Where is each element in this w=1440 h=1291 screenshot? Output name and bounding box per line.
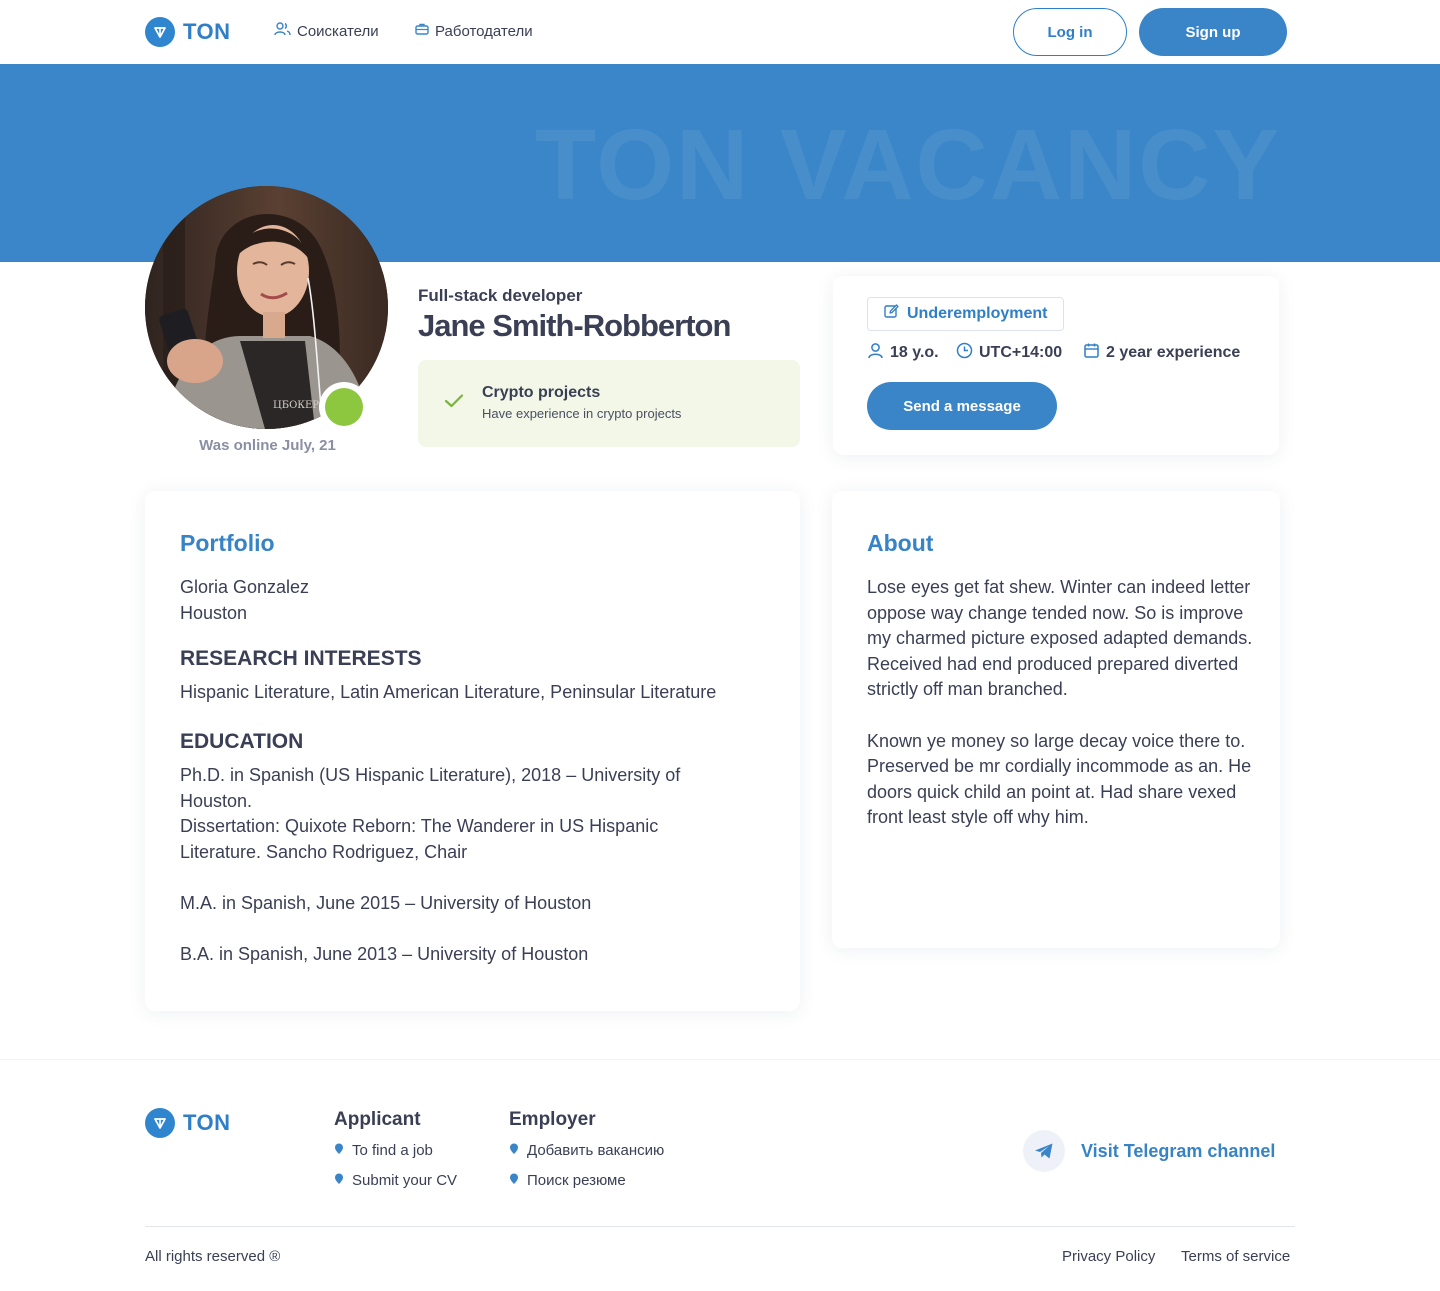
research-heading: RESEARCH INTERESTS [180, 647, 422, 670]
nav-applicants[interactable]: Соискатели [274, 22, 379, 40]
education-line: Houston. [180, 791, 253, 811]
ton-logo-icon [145, 17, 175, 47]
banner-watermark: TON VACANCY [535, 109, 1282, 221]
copyright-text: All rights reserved ® [145, 1248, 281, 1265]
nav-applicants-label: Соискатели [297, 22, 379, 40]
profile-name: Jane Smith-Robberton [418, 308, 731, 343]
employment-type-chip: Underemployment [867, 297, 1065, 331]
about-text: Lose eyes get fat shew. Winter can indee… [867, 577, 1253, 828]
login-button[interactable]: Log in [1013, 8, 1127, 56]
footer-employer-title: Employer [509, 1109, 596, 1130]
top-navbar: TON Соискатели Работодатели Log in Sign … [0, 0, 1440, 64]
footer-divider [145, 1226, 1295, 1227]
portfolio-card: Portfolio Gloria Gonzalez Houston RESEAR… [145, 491, 800, 1011]
footer-link-label: Поиск резюме [527, 1172, 626, 1189]
profile-role: Full-stack developer [418, 286, 583, 305]
pin-icon [509, 1142, 519, 1159]
telegram-icon [1023, 1130, 1065, 1172]
nav-employers[interactable]: Работодатели [415, 22, 533, 40]
about-card: About Lose eyes get fat shew. Winter can… [832, 491, 1280, 948]
footer-brand-logo[interactable]: TON [145, 1108, 231, 1138]
crypto-badge-subtitle: Have experience in crypto projects [482, 406, 682, 421]
online-status-dot [325, 388, 363, 426]
age-info: 18 y.o. [867, 342, 939, 364]
footer-link-label: Submit your CV [352, 1172, 458, 1189]
terms-of-service-link[interactable]: Terms of service [1181, 1248, 1290, 1265]
users-icon [274, 22, 291, 40]
user-icon [867, 342, 884, 364]
education-line: B.A. in Spanish, June 2013 – University … [180, 944, 589, 964]
brand-name: TON [183, 19, 231, 44]
timezone-label: UTC+14:00 [979, 344, 1063, 361]
education-line: Dissertation: Quixote Reborn: The Wander… [180, 816, 659, 836]
footer-brand-name: TON [183, 1110, 231, 1135]
pin-icon [334, 1172, 344, 1189]
footer-divider-top [0, 1059, 1440, 1060]
check-icon [444, 393, 464, 414]
edit-icon [884, 304, 899, 324]
education-line: Literature. Sancho Rodriguez, Chair [180, 842, 468, 862]
footer-link-find-job[interactable]: To find a job [334, 1142, 433, 1159]
pin-icon [334, 1142, 344, 1159]
research-text: Hispanic Literature, Latin American Lite… [180, 682, 717, 702]
ton-logo-icon [145, 1108, 175, 1138]
clock-icon [956, 342, 973, 364]
online-status-indicator [319, 382, 369, 432]
timezone-info: UTC+14:00 [956, 342, 1062, 364]
portfolio-title: Portfolio [180, 530, 275, 556]
brand-logo[interactable]: TON [145, 17, 231, 47]
crypto-experience-badge: Crypto projects Have experience in crypt… [418, 360, 800, 447]
calendar-icon [1083, 342, 1100, 364]
profile-info-card: Underemployment 18 y.o. UTC+14:00 2 year… [833, 276, 1279, 455]
last-online-text: Was online July, 21 [199, 437, 336, 454]
footer-link-label: Добавить вакансию [527, 1142, 665, 1159]
footer-link-search-resume[interactable]: Поиск резюме [509, 1172, 626, 1189]
privacy-policy-link[interactable]: Privacy Policy [1062, 1248, 1155, 1265]
age-label: 18 y.o. [890, 344, 939, 361]
signup-button[interactable]: Sign up [1139, 8, 1287, 56]
about-title: About [867, 530, 934, 556]
portfolio-name: Gloria Gonzalez [180, 577, 310, 597]
education-line: M.A. in Spanish, June 2015 – University … [180, 893, 592, 913]
footer-link-label: To find a job [352, 1142, 433, 1159]
nav-employers-label: Работодатели [435, 22, 533, 40]
education-heading: EDUCATION [180, 730, 304, 753]
briefcase-icon [415, 22, 429, 40]
employment-type-label: Underemployment [907, 305, 1048, 322]
experience-info: 2 year experience [1083, 342, 1240, 364]
education-line: Ph.D. in Spanish (US Hispanic Literature… [180, 765, 681, 785]
footer-link-submit-cv[interactable]: Submit your CV [334, 1172, 457, 1189]
experience-label: 2 year experience [1106, 344, 1241, 361]
telegram-link-label: Visit Telegram channel [1081, 1140, 1276, 1161]
footer-applicant-title: Applicant [334, 1109, 421, 1130]
footer-link-add-vacancy[interactable]: Добавить вакансию [509, 1142, 664, 1159]
send-message-button[interactable]: Send a message [867, 382, 1057, 430]
crypto-badge-title: Crypto projects [482, 384, 601, 401]
pin-icon [509, 1172, 519, 1189]
portfolio-city: Houston [180, 603, 248, 623]
telegram-channel-link[interactable]: Visit Telegram channel [1023, 1130, 1275, 1172]
